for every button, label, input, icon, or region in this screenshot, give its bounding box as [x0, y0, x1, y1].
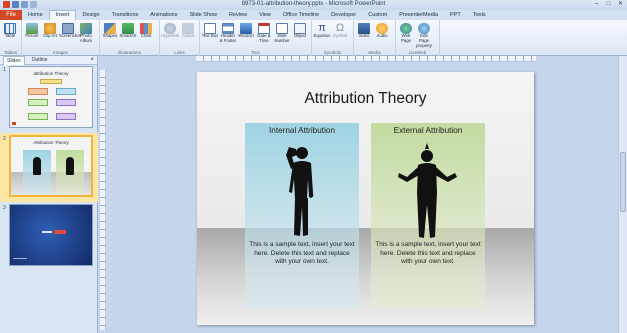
- slide-title[interactable]: Attribution Theory: [197, 90, 534, 108]
- group-images: Picture Clip Art Screenshot Photo Album …: [22, 20, 100, 56]
- slide-thumbnail-row-1[interactable]: 1 attribution Theory: [0, 66, 98, 132]
- shrugging-man-silhouette-icon: [398, 143, 457, 238]
- vertical-ruler: [100, 70, 106, 330]
- slide-thumbnail-3[interactable]: [9, 204, 93, 266]
- window-title: 8973-01-attribution-theory.pptx - Micros…: [241, 1, 386, 7]
- group-liveweb: Web Page Edit Page property LiveWeb: [396, 20, 440, 56]
- group-symbols: π Equation Ω Symbol Symbols: [312, 20, 354, 56]
- external-attribution-panel[interactable]: External Attribution This is a sample te…: [371, 123, 485, 308]
- external-attribution-heading[interactable]: External Attribution: [371, 126, 485, 135]
- tab-custom[interactable]: Custom: [362, 10, 393, 20]
- tab-animations[interactable]: Animations: [144, 10, 183, 20]
- ribbon: Table Tables Picture Clip Art Screenshot…: [0, 20, 627, 56]
- internal-attribution-text[interactable]: This is a sample text, insert your text …: [249, 241, 355, 267]
- minimize-button[interactable]: –: [592, 1, 601, 8]
- slide-thumbnail-2[interactable]: Attribution Theory: [9, 135, 93, 197]
- thinking-man-silhouette-icon: [286, 147, 314, 236]
- group-media: Video Audio Media: [354, 20, 396, 56]
- slide-thumbnail-row-3[interactable]: 3: [0, 204, 98, 270]
- external-attribution-text[interactable]: This is a sample text, insert your text …: [375, 241, 481, 267]
- internal-attribution-heading[interactable]: Internal Attribution: [245, 126, 359, 135]
- close-pane-icon[interactable]: ×: [90, 57, 94, 63]
- slide-canvas[interactable]: Attribution Theory Internal Attribution …: [197, 72, 534, 325]
- group-tables: Table Tables: [0, 20, 22, 56]
- tab-outline[interactable]: Outline: [29, 56, 51, 64]
- group-illustrations: Shapes SmartArt Chart Illustrations: [100, 20, 160, 56]
- tab-file[interactable]: File: [0, 10, 22, 20]
- tab-slide-show[interactable]: Slide Show: [183, 10, 223, 20]
- group-text: Text Box Header & Footer WordArt Date & …: [200, 20, 312, 56]
- close-button[interactable]: ✕: [616, 1, 625, 8]
- tab-design[interactable]: Design: [76, 10, 105, 20]
- maximize-button[interactable]: □: [604, 1, 613, 8]
- group-links: Hyperlink Action Links: [160, 20, 200, 56]
- scrollbar-thumb[interactable]: [620, 152, 626, 212]
- tab-developer[interactable]: Developer: [325, 10, 362, 20]
- title-bar: 8973-01-attribution-theory.pptx - Micros…: [0, 0, 627, 10]
- tab-slides[interactable]: Slides: [3, 55, 25, 65]
- tab-office-timeline[interactable]: Office Timeline: [277, 10, 325, 20]
- ribbon-tabs: File Home Insert Design Transitions Anim…: [0, 10, 627, 20]
- horizontal-ruler: [196, 56, 536, 62]
- tab-tools[interactable]: Tools: [467, 10, 492, 20]
- tab-review[interactable]: Review: [223, 10, 253, 20]
- tab-home[interactable]: Home: [22, 10, 49, 20]
- slide-thumbnail-row-2[interactable]: 2 Attribution Theory: [0, 133, 98, 202]
- tab-transitions[interactable]: Transitions: [106, 10, 145, 20]
- slides-pane: Slides Outline × 1 attribution Theory 2 …: [0, 55, 98, 333]
- tab-ppt[interactable]: PPT: [444, 10, 467, 20]
- slide-thumbnail-1[interactable]: attribution Theory: [9, 66, 93, 128]
- tab-view[interactable]: View: [253, 10, 277, 20]
- internal-attribution-panel[interactable]: Internal Attribution This is a sample te…: [245, 123, 359, 308]
- workspace: Slides Outline × 1 attribution Theory 2 …: [0, 55, 627, 333]
- tab-presentermedia[interactable]: PresenterMedia: [393, 10, 444, 20]
- vertical-scrollbar[interactable]: [618, 56, 627, 333]
- tab-insert[interactable]: Insert: [48, 10, 77, 20]
